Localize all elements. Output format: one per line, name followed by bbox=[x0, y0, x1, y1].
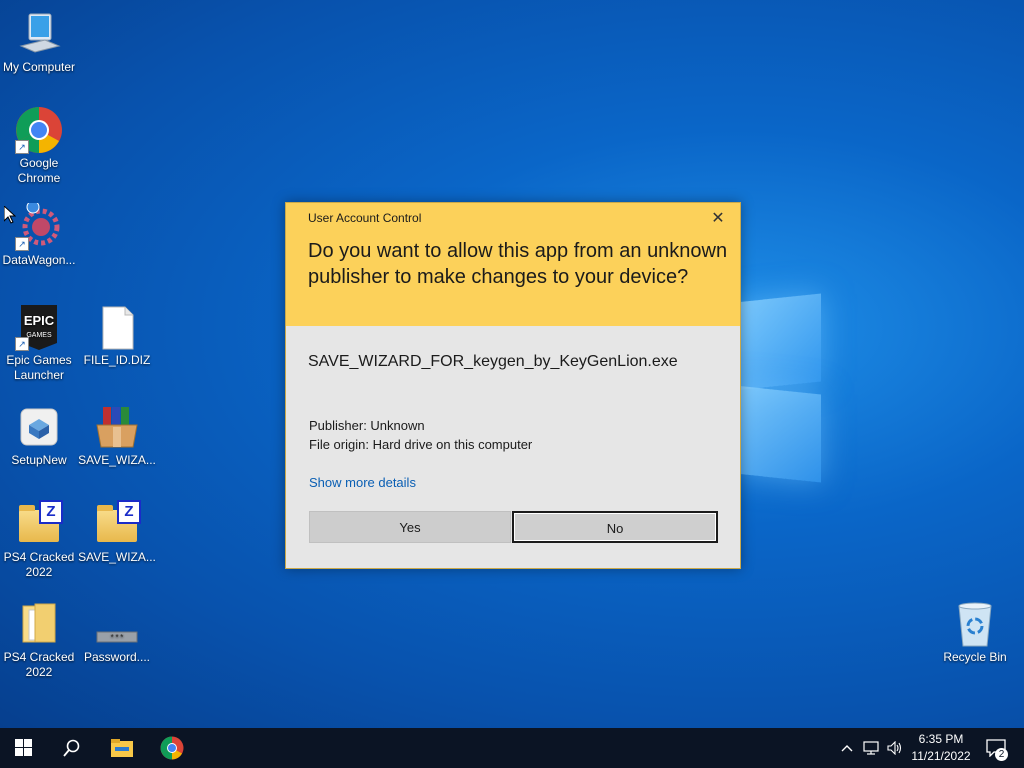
desktop-icon-ps4-cracked-zip[interactable]: Z PS4 Cracked 2022 bbox=[0, 500, 78, 580]
uac-file-origin: File origin: Hard drive on this computer bbox=[309, 437, 533, 452]
icon-label: SAVE_WIZA... bbox=[78, 453, 156, 467]
network-button[interactable] bbox=[860, 728, 882, 768]
uac-publisher: Publisher: Unknown bbox=[309, 418, 425, 433]
shortcut-arrow-icon: ↗ bbox=[15, 237, 29, 251]
chrome-icon bbox=[160, 736, 184, 760]
volume-button[interactable] bbox=[884, 728, 906, 768]
icon-label: SAVE_WIZA... bbox=[78, 550, 156, 564]
svg-text:EPIC: EPIC bbox=[24, 313, 55, 328]
icon-label: Google Chrome bbox=[17, 156, 61, 185]
show-more-details-link[interactable]: Show more details bbox=[309, 475, 416, 490]
svg-text:GAMES: GAMES bbox=[26, 332, 52, 339]
shortcut-arrow-icon: ↗ bbox=[15, 337, 29, 351]
uac-question: Do you want to allow this app from an un… bbox=[308, 240, 728, 288]
svg-text:***: *** bbox=[110, 634, 124, 643]
clock-date: 11/21/2022 bbox=[911, 749, 971, 763]
icon-label: PS4 Cracked 2022 bbox=[3, 650, 75, 679]
chevron-up-icon bbox=[841, 745, 853, 752]
desktop-icon-file-id-diz[interactable]: FILE_ID.DIZ bbox=[78, 303, 156, 368]
search-icon bbox=[63, 739, 80, 757]
icon-label: DataWagon... bbox=[2, 253, 76, 267]
desktop-icon-password[interactable]: *** Password.... bbox=[78, 600, 156, 665]
notification-center-button[interactable]: 2 bbox=[980, 728, 1012, 768]
setup-installer-icon bbox=[15, 403, 63, 451]
recycle-bin-icon bbox=[951, 600, 999, 648]
desktop-icon-ps4-cracked-folder[interactable]: PS4 Cracked 2022 bbox=[0, 600, 78, 680]
desktop: My Computer ↗ Google Chrome ↗ DataWagon.… bbox=[0, 0, 1024, 728]
computer-icon bbox=[15, 10, 63, 58]
desktop-icon-save-wizard-zip[interactable]: Z SAVE_WIZA... bbox=[78, 500, 156, 565]
desktop-icon-epic-games-launcher[interactable]: EPIC GAMES ↗ Epic Games Launcher bbox=[0, 303, 78, 383]
folder-icon bbox=[15, 600, 63, 648]
file-explorer-button[interactable] bbox=[98, 728, 146, 768]
desktop-icon-google-chrome[interactable]: ↗ Google Chrome bbox=[0, 106, 78, 186]
mouse-cursor-icon bbox=[4, 206, 16, 224]
password-file-icon: *** bbox=[93, 600, 141, 648]
desktop-icon-my-computer[interactable]: My Computer bbox=[0, 10, 78, 75]
start-button[interactable] bbox=[0, 728, 48, 768]
uac-header: User Account Control ✕ Do you want to al… bbox=[286, 203, 740, 326]
taskbar-clock[interactable]: 6:35 PM 11/21/2022 bbox=[906, 731, 976, 765]
datawagon-gear-icon: ↗ bbox=[15, 200, 63, 251]
start-icon bbox=[15, 739, 32, 756]
search-button[interactable] bbox=[48, 728, 96, 768]
icon-label: Password.... bbox=[83, 650, 151, 664]
clock-time: 6:35 PM bbox=[918, 732, 964, 746]
no-button[interactable]: No bbox=[512, 511, 718, 543]
uac-title: User Account Control bbox=[308, 211, 422, 225]
network-icon bbox=[863, 741, 879, 755]
desktop-icon-setupnew[interactable]: SetupNew bbox=[0, 403, 78, 468]
taskbar: 6:35 PM 11/21/2022 2 bbox=[0, 728, 1024, 768]
uac-dialog: User Account Control ✕ Do you want to al… bbox=[285, 202, 741, 569]
icon-label: My Computer bbox=[2, 60, 76, 74]
shortcut-arrow-icon: ↗ bbox=[15, 140, 29, 154]
zip-folder-icon: Z bbox=[93, 500, 141, 548]
notification-count-badge: 2 bbox=[995, 748, 1008, 761]
icon-label: SetupNew bbox=[11, 453, 67, 467]
uac-app-name: SAVE_WIZARD_FOR_keygen_by_KeyGenLion.exe bbox=[308, 353, 678, 370]
volume-icon bbox=[887, 741, 902, 755]
icon-label: PS4 Cracked 2022 bbox=[3, 550, 75, 579]
windows-wallpaper-logo bbox=[735, 290, 825, 483]
icon-label: Epic Games Launcher bbox=[6, 353, 72, 382]
winrar-archive-icon bbox=[93, 403, 141, 451]
desktop-icon-save-wizard-archive[interactable]: SAVE_WIZA... bbox=[78, 403, 156, 468]
icon-label: Recycle Bin bbox=[943, 650, 1007, 664]
close-icon[interactable]: ✕ bbox=[708, 209, 728, 229]
chrome-icon: ↗ bbox=[15, 106, 63, 154]
yes-button[interactable]: Yes bbox=[309, 511, 511, 543]
show-hidden-icons-button[interactable] bbox=[836, 728, 858, 768]
icon-label: FILE_ID.DIZ bbox=[83, 353, 151, 367]
text-file-icon bbox=[93, 303, 141, 351]
epic-games-icon: EPIC GAMES ↗ bbox=[15, 303, 63, 351]
zip-folder-icon: Z bbox=[15, 500, 63, 548]
uac-meta: Publisher: Unknown File origin: Hard dri… bbox=[309, 416, 532, 454]
desktop-icon-recycle-bin[interactable]: Recycle Bin bbox=[936, 600, 1014, 665]
chrome-taskbar-button[interactable] bbox=[148, 728, 196, 768]
file-explorer-icon bbox=[111, 739, 133, 757]
